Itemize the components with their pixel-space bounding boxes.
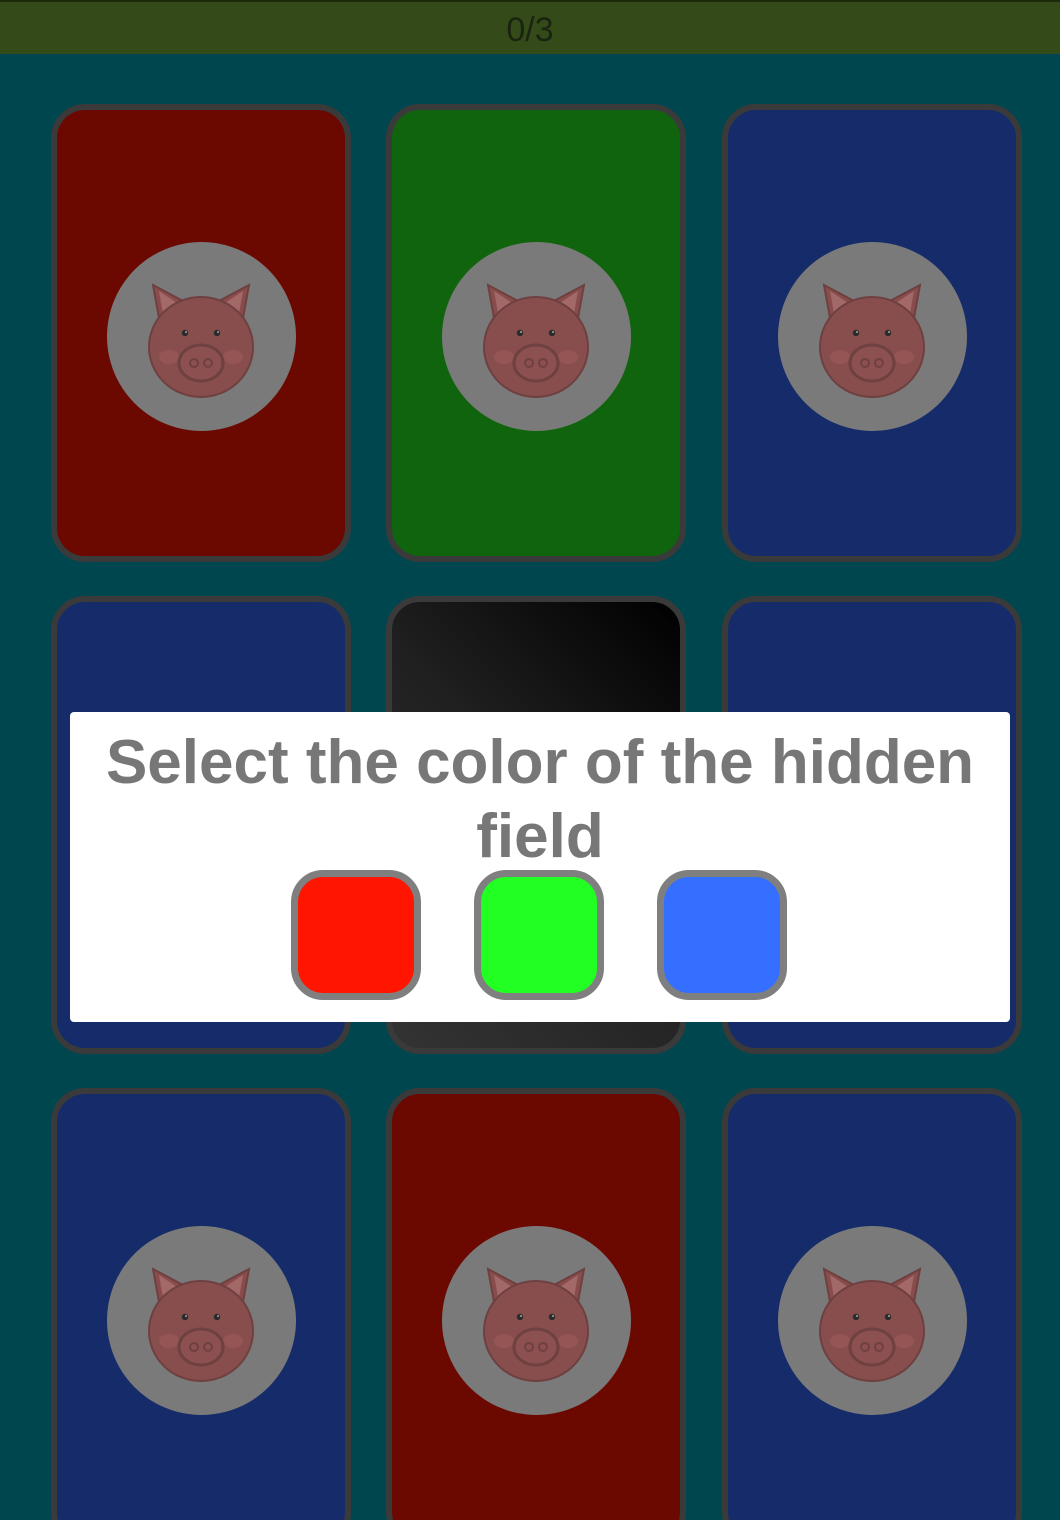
score-bar: 0/3	[0, 0, 1060, 54]
pig-token	[777, 1226, 967, 1415]
card-r3-c3[interactable]	[722, 1088, 1022, 1520]
card-r1-c1[interactable]	[51, 104, 351, 562]
pig-icon	[483, 282, 589, 398]
pig-token	[441, 242, 631, 431]
red-color-option[interactable]	[291, 870, 421, 1000]
card-r3-c1[interactable]	[51, 1088, 351, 1520]
card-r1-c2[interactable]	[386, 104, 686, 562]
pig-token	[106, 242, 296, 431]
dialog-prompt: Select the color of the hidden field	[105, 728, 975, 871]
pig-icon	[483, 1266, 589, 1382]
pig-icon	[148, 1266, 254, 1382]
card-r1-c3[interactable]	[722, 104, 1022, 562]
blue-color-option[interactable]	[657, 870, 787, 1000]
pig-icon	[819, 1266, 925, 1382]
pig-icon	[819, 282, 925, 398]
color-options	[70, 870, 1010, 1000]
green-color-option[interactable]	[474, 870, 604, 1000]
pig-token	[777, 242, 967, 431]
pig-token	[106, 1226, 296, 1415]
score-counter: 0/3	[506, 10, 554, 49]
color-choice-dialog: Select the color of the hidden field	[70, 712, 1010, 1022]
pig-icon	[148, 282, 254, 398]
pig-token	[441, 1226, 631, 1415]
card-r3-c2[interactable]	[386, 1088, 686, 1520]
